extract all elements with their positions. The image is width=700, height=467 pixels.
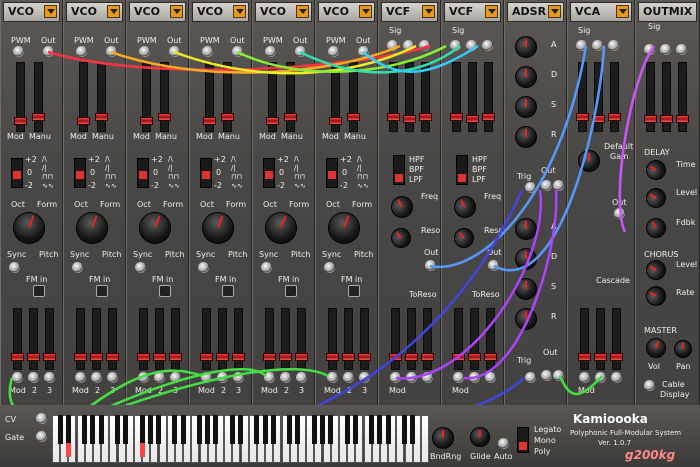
black-key[interactable] [205,415,211,444]
glide-label: Glide [470,452,491,461]
black-key[interactable] [172,415,178,444]
patch-cable[interactable] [429,45,588,269]
gate-jack[interactable] [36,431,47,442]
cv-jack[interactable] [36,413,47,424]
black-key[interactable] [147,415,153,444]
gate-label: Gate [5,433,25,442]
auto-jack[interactable] [498,438,509,449]
black-key[interactable] [90,415,96,444]
black-key[interactable] [262,415,268,444]
glide-knob[interactable] [470,427,490,447]
white-key[interactable] [421,415,429,463]
black-key[interactable] [57,415,63,444]
pressed-key-indicator [140,443,145,457]
pressed-key-indicator [66,443,71,457]
bendrange-label: BndRng [430,452,462,461]
black-key[interactable] [410,415,416,444]
brand-subtitle: Polyphonic Full-Modular System [570,429,682,437]
black-key[interactable] [352,415,358,444]
auto-label: Auto [494,452,513,461]
cv-label: CV [5,415,17,424]
mono-label: Mono [534,436,556,445]
black-key[interactable] [311,415,317,444]
voice-mode-switch[interactable] [517,427,529,453]
keyboard-panel: CV Gate BndRng Glide Auto Legato Mono Po… [0,405,700,467]
black-key[interactable] [139,415,145,444]
black-key[interactable] [213,415,219,444]
patch-cable[interactable] [618,45,656,233]
patch-cable[interactable] [463,189,558,380]
black-key[interactable] [123,415,129,444]
poly-label: Poly [534,447,551,456]
black-key[interactable] [229,415,235,444]
black-key[interactable] [65,415,71,444]
black-key[interactable] [369,415,375,444]
black-key[interactable] [155,415,161,444]
black-key[interactable] [82,415,88,444]
black-key[interactable] [328,415,334,444]
patch-cables[interactable] [0,0,700,467]
patch-cable[interactable] [558,375,603,396]
black-key[interactable] [344,415,350,444]
black-key[interactable] [287,415,293,444]
black-key[interactable] [377,415,383,444]
patch-cable[interactable] [493,45,606,272]
black-key[interactable] [401,415,407,444]
black-key[interactable] [254,415,260,444]
brand-name: Kamioooka [573,412,648,426]
maker-logo: g200kg [625,448,676,462]
black-key[interactable] [196,415,202,444]
black-key[interactable] [270,415,276,444]
black-key[interactable] [180,415,186,444]
black-key[interactable] [295,415,301,444]
black-key[interactable] [319,415,325,444]
black-key[interactable] [98,415,104,444]
version-label: Ver. 1.0.7 [598,439,632,447]
legato-label: Legato [534,425,562,434]
black-key[interactable] [237,415,243,444]
black-key[interactable] [385,415,391,444]
bendrange-knob[interactable] [432,427,454,449]
black-key[interactable] [114,415,120,444]
